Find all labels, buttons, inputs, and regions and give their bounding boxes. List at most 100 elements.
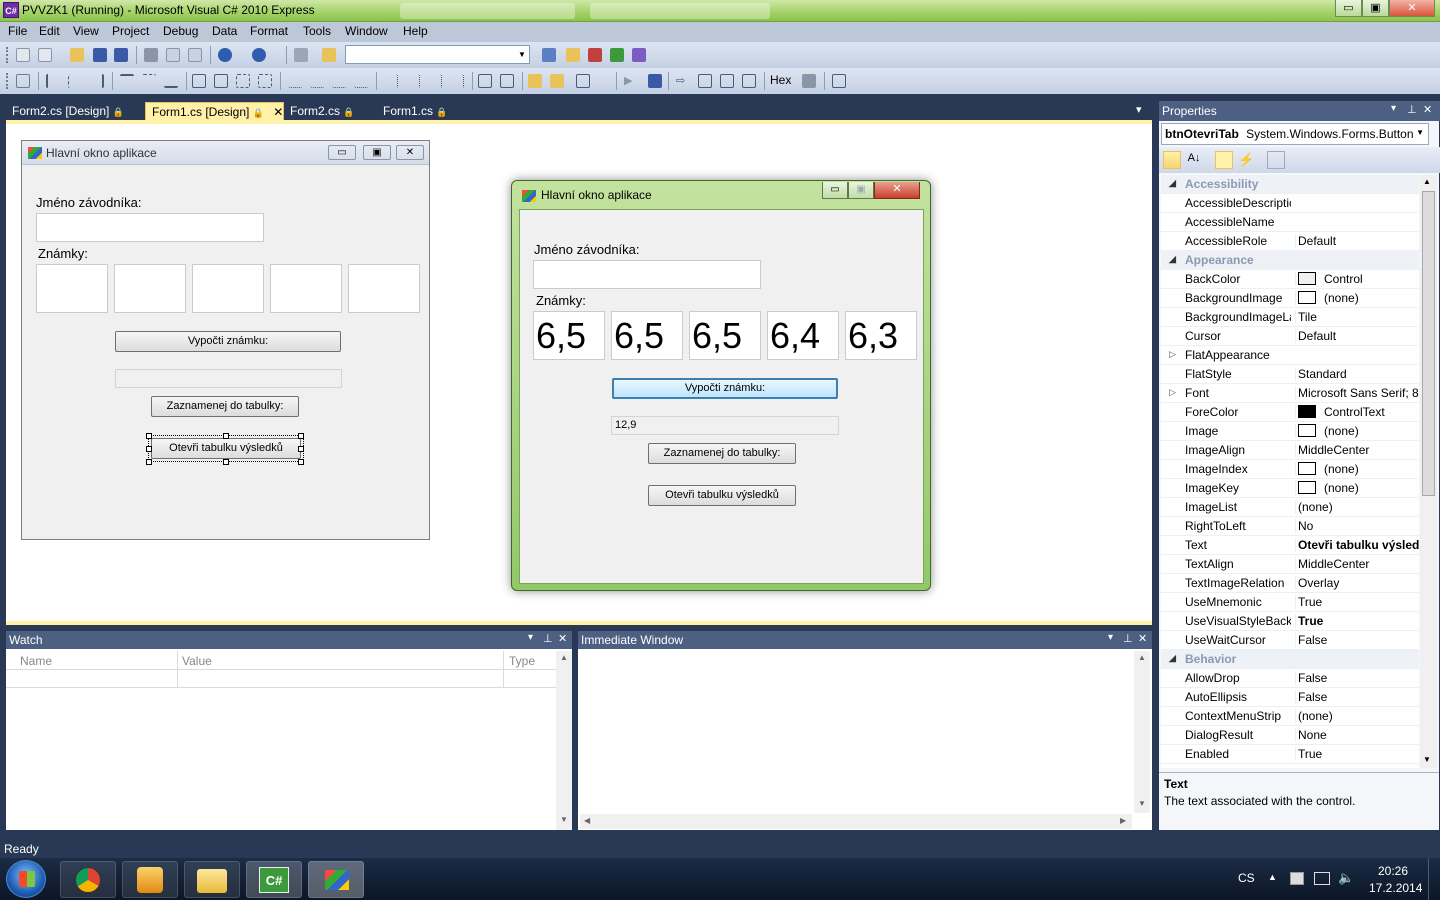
- resize-handle[interactable]: [298, 459, 304, 465]
- taskbar-chrome[interactable]: [60, 861, 116, 898]
- property-row[interactable]: TextImageRelation Overlay: [1161, 574, 1419, 593]
- tab-form2-code[interactable]: Form2.cs 🔒: [284, 102, 361, 120]
- property-category[interactable]: ◢ Appearance: [1161, 251, 1419, 270]
- property-category[interactable]: ◢ Behavior: [1161, 650, 1419, 669]
- expand-icon[interactable]: ▷: [1169, 349, 1176, 360]
- watch-col-name[interactable]: Name: [20, 654, 52, 668]
- property-row[interactable]: AccessibleDescriptic: [1161, 194, 1419, 213]
- output-window-icon[interactable]: [832, 74, 846, 88]
- resize-handle[interactable]: [298, 433, 304, 439]
- property-value-cell[interactable]: (none): [1295, 291, 1419, 305]
- tab-order-icon[interactable]: [576, 74, 590, 88]
- pin-icon[interactable]: ⊥: [543, 632, 553, 645]
- properties-view-icon[interactable]: [1215, 151, 1233, 169]
- menu-window[interactable]: Window: [341, 24, 392, 38]
- remove-vertical-spacing-icon[interactable]: [450, 74, 464, 88]
- menu-file[interactable]: File: [4, 24, 31, 38]
- categorized-icon[interactable]: [1163, 151, 1181, 169]
- property-value-cell[interactable]: Control: [1295, 272, 1419, 286]
- network-icon[interactable]: [1314, 872, 1330, 885]
- stop-debugging-icon[interactable]: [648, 74, 662, 88]
- pin-icon[interactable]: ⊥: [1123, 632, 1133, 645]
- grade-textbox[interactable]: [114, 264, 186, 313]
- property-row[interactable]: AccessibleName: [1161, 213, 1419, 232]
- decrease-vertical-spacing-icon[interactable]: [428, 74, 442, 88]
- minimize-button[interactable]: ▭: [822, 182, 848, 199]
- grade-textbox-3[interactable]: 6,5: [689, 311, 761, 360]
- resize-handle[interactable]: [146, 459, 152, 465]
- property-pages-icon[interactable]: [1267, 151, 1285, 169]
- close-icon[interactable]: ✕: [1138, 632, 1147, 645]
- property-row[interactable]: ▷ Font Microsoft Sans Serif; 8,2: [1161, 384, 1419, 403]
- toolbox-icon[interactable]: [588, 48, 602, 62]
- design-form[interactable]: Hlavní okno aplikace ▭ ▣ ✕ Jméno závodní…: [21, 140, 430, 540]
- expand-icon[interactable]: ▷: [1169, 387, 1176, 398]
- resize-handle[interactable]: [146, 446, 152, 452]
- menu-edit[interactable]: Edit: [35, 24, 64, 38]
- property-row[interactable]: UseWaitCursor False: [1161, 631, 1419, 650]
- property-value-cell[interactable]: (none): [1295, 424, 1419, 438]
- show-desktop-button[interactable]: [1428, 858, 1440, 900]
- add-item-icon[interactable]: [38, 48, 52, 62]
- scroll-right-icon[interactable]: ▶: [1120, 816, 1126, 825]
- scroll-up-icon[interactable]: ▲: [1423, 177, 1431, 186]
- taskbar-running-app[interactable]: [308, 861, 364, 898]
- show-hidden-icons-icon[interactable]: ▲: [1268, 872, 1277, 882]
- step-into-icon[interactable]: [698, 74, 712, 88]
- immediate-hscrollbar[interactable]: ◀ ▶: [580, 814, 1132, 829]
- property-row[interactable]: BackColor Control: [1161, 270, 1419, 289]
- property-value-cell[interactable]: (none): [1295, 462, 1419, 476]
- result-textbox[interactable]: [115, 369, 342, 388]
- scroll-down-icon[interactable]: ▼: [1423, 755, 1431, 764]
- property-row[interactable]: ForeColor ControlText: [1161, 403, 1419, 422]
- toolbar-grip[interactable]: [6, 73, 9, 89]
- property-value-cell[interactable]: No: [1295, 519, 1419, 533]
- grade-textbox[interactable]: [192, 264, 264, 313]
- alphabetical-icon[interactable]: A↓: [1185, 151, 1203, 169]
- show-next-statement-icon[interactable]: ⇨: [676, 74, 690, 88]
- scroll-up-icon[interactable]: ▲: [1138, 653, 1146, 662]
- property-row[interactable]: BackgroundImageLa Tile: [1161, 308, 1419, 327]
- decrease-horizontal-spacing-icon[interactable]: [332, 74, 346, 88]
- resize-handle[interactable]: [223, 459, 229, 465]
- property-row[interactable]: ImageList (none): [1161, 498, 1419, 517]
- events-icon[interactable]: ⚡: [1237, 151, 1255, 169]
- watch-empty-row[interactable]: [6, 670, 556, 688]
- property-value-cell[interactable]: Tile: [1295, 310, 1419, 324]
- grade-textbox[interactable]: [36, 264, 108, 313]
- property-row[interactable]: UseVisualStyleBackC True: [1161, 612, 1419, 631]
- property-row[interactable]: Image (none): [1161, 422, 1419, 441]
- property-value-cell[interactable]: False: [1295, 633, 1419, 647]
- breakpoints-icon[interactable]: [802, 74, 816, 88]
- align-lefts-icon[interactable]: [46, 74, 60, 88]
- open-file-icon[interactable]: [70, 48, 84, 62]
- tab-form1-design[interactable]: Form1.cs [Design] 🔒 ✕: [145, 102, 284, 120]
- scroll-down-icon[interactable]: ▼: [560, 815, 568, 824]
- center-vertically-icon[interactable]: [500, 74, 514, 88]
- find-combo[interactable]: ▼: [345, 45, 530, 64]
- property-value-cell[interactable]: True: [1295, 747, 1419, 761]
- property-value-cell[interactable]: Default: [1295, 234, 1419, 248]
- chevron-down-icon[interactable]: ▾: [1108, 632, 1113, 643]
- make-same-height-icon[interactable]: [214, 74, 228, 88]
- scroll-down-icon[interactable]: ▼: [1138, 799, 1146, 808]
- property-value-cell[interactable]: True: [1295, 595, 1419, 609]
- save-icon[interactable]: [93, 48, 107, 62]
- close-icon[interactable]: ✕: [273, 105, 283, 119]
- property-value-cell[interactable]: Overlay: [1295, 576, 1419, 590]
- minimize-button[interactable]: ▭: [1335, 0, 1362, 17]
- property-row[interactable]: BackgroundImage (none): [1161, 289, 1419, 308]
- running-form-window[interactable]: Hlavní okno aplikace ▭ ▣ ✕ Jméno závodní…: [511, 180, 931, 591]
- center-horizontally-icon[interactable]: [478, 74, 492, 88]
- horizontal-spacing-equal-icon[interactable]: [288, 74, 302, 88]
- close-button[interactable]: ✕: [874, 182, 920, 199]
- property-value-cell[interactable]: ControlText: [1295, 405, 1419, 419]
- send-to-back-icon[interactable]: [550, 74, 564, 88]
- property-value-cell[interactable]: False: [1295, 690, 1419, 704]
- property-value-cell[interactable]: MiddleCenter: [1295, 443, 1419, 457]
- property-row[interactable]: UseMnemonic True: [1161, 593, 1419, 612]
- close-icon[interactable]: ✕: [558, 632, 567, 645]
- grade-textbox-5[interactable]: 6,3: [845, 311, 917, 360]
- align-centers-icon[interactable]: [68, 74, 82, 88]
- chevron-down-icon[interactable]: ▼: [516, 47, 528, 62]
